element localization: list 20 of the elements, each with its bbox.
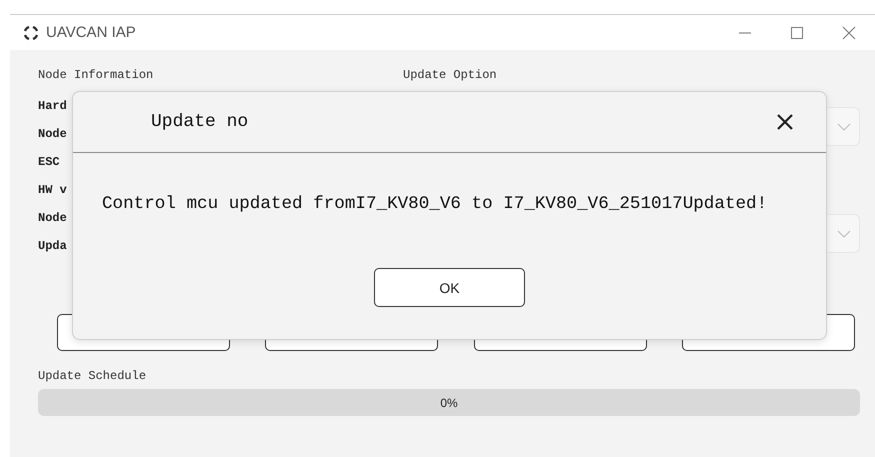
minimize-icon [738, 32, 752, 34]
dialog-message: Control mcu updated fromI7_KV80_V6 to I7_KV80_V6_251017Updated! [102, 194, 768, 214]
field-label: HW v [38, 182, 67, 199]
app-logo-icon [22, 24, 40, 42]
progress-reading: 0% [440, 396, 458, 410]
maximize-icon [790, 26, 804, 40]
section-heading: Node Information [38, 68, 154, 84]
field-label: Upda [38, 238, 67, 255]
progress-label: Update Schedule [38, 369, 148, 383]
field-label: Node [38, 210, 67, 227]
field-label: Node [38, 126, 67, 143]
close-icon [842, 26, 856, 40]
field-label: ESC [38, 154, 60, 171]
chevron-down-icon [837, 122, 851, 130]
ok-button[interactable]: OK [374, 268, 525, 307]
chevron-down-icon [837, 230, 851, 238]
window-title: UAVCAN IAP [46, 24, 136, 41]
dialog-title: Update no [151, 112, 250, 132]
field-label: Hard [38, 98, 67, 115]
section-heading: Update Option [403, 68, 497, 84]
